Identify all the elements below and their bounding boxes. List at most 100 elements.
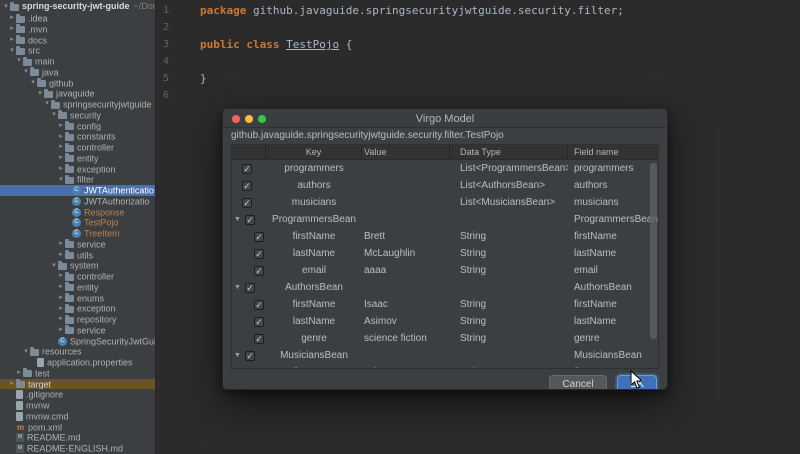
chevron-down-icon[interactable]: ▾ (50, 261, 58, 272)
row-checkbox[interactable]: ✓ (242, 181, 252, 191)
row-checkbox[interactable]: ✓ (242, 198, 252, 208)
chevron-right-icon[interactable]: ▸ (57, 325, 65, 336)
chevron-right-icon[interactable]: ▸ (57, 164, 65, 175)
tree-item-entity[interactable]: ▸entity (0, 153, 155, 164)
tree-item-service[interactable]: ▸service (0, 239, 155, 250)
table-row[interactable]: ✓musiciansList<MusiciansBean>musicians (232, 194, 658, 211)
row-checkbox[interactable]: ✓ (245, 283, 255, 293)
chevron-down-icon[interactable]: ▾ (43, 99, 51, 110)
chevron-down-icon[interactable]: ▾ (2, 0, 10, 13)
tree-item-filter[interactable]: ▾filter (0, 174, 155, 185)
table-row[interactable]: ✓firstNameBrettStringfirstName (232, 228, 658, 245)
tree-item-jwtauthenticatio[interactable]: JWTAuthenticatio (0, 185, 155, 196)
tree-item-main[interactable]: ▾main (0, 56, 155, 67)
cancel-button[interactable]: Cancel (549, 375, 606, 390)
tree-item-enums[interactable]: ▸enums (0, 293, 155, 304)
tree-item-test[interactable]: ▸test (0, 368, 155, 379)
tree-item-java[interactable]: ▾java (0, 67, 155, 78)
table-row[interactable]: ▼✓ProgrammersBeanProgrammersBean (232, 211, 658, 228)
table-row[interactable]: ▼✓AuthorsBeanAuthorsBean (232, 279, 658, 296)
chevron-down-icon[interactable]: ▾ (57, 175, 65, 186)
zoom-button[interactable] (258, 115, 266, 123)
chevron-right-icon[interactable]: ▸ (8, 379, 16, 390)
table-row[interactable]: ✓programmersList<ProgrammersBean>program… (232, 160, 658, 177)
chevron-right-icon[interactable]: ▸ (57, 121, 65, 132)
table-row[interactable]: ✓firstNameEricStringfirstName (232, 364, 658, 369)
editor-line[interactable]: 5} (156, 70, 800, 87)
chevron-right-icon[interactable]: ▸ (8, 24, 16, 35)
project-root-item[interactable]: ▾spring-security-jwt-guide~/Document (0, 0, 155, 13)
row-checkbox[interactable]: ✓ (254, 368, 264, 370)
table-row[interactable]: ✓firstNameIsaacStringfirstName (232, 296, 658, 313)
chevron-right-icon[interactable]: ▸ (57, 250, 65, 261)
chevron-down-icon[interactable]: ▾ (50, 110, 58, 121)
dialog-titlebar[interactable]: Virgo Model (223, 109, 667, 128)
row-checkbox[interactable]: ✓ (254, 334, 264, 344)
editor-line[interactable]: 4 (156, 53, 800, 70)
table-row[interactable]: ✓emailaaaaStringemail (232, 262, 658, 279)
tree-item-exception[interactable]: ▸exception (0, 164, 155, 175)
chevron-down-icon[interactable]: ▾ (36, 89, 44, 100)
collapse-arrow-icon[interactable]: ▼ (234, 211, 245, 228)
tree-item-readme-english-md[interactable]: README-ENGLISH.md (0, 443, 155, 454)
tree-item-src[interactable]: ▾src (0, 45, 155, 56)
table-row[interactable]: ✓authorsList<AuthorsBean>authors (232, 177, 658, 194)
tree-item-target[interactable]: ▸target (0, 379, 155, 390)
chevron-right-icon[interactable]: ▸ (8, 13, 16, 24)
collapse-arrow-icon[interactable]: ▼ (234, 279, 245, 296)
tree-item--mvn[interactable]: ▸.mvn (0, 24, 155, 35)
editor-line[interactable]: 6 (156, 87, 800, 104)
tree-item-pom-xml[interactable]: pom.xml (0, 422, 155, 433)
chevron-down-icon[interactable]: ▾ (22, 67, 30, 78)
tree-item-readme-md[interactable]: README.md (0, 432, 155, 443)
editor-line[interactable]: 3public class TestPojo { (156, 36, 800, 53)
tree-item-service[interactable]: ▸service (0, 325, 155, 336)
chevron-down-icon[interactable]: ▾ (8, 46, 16, 57)
chevron-right-icon[interactable]: ▸ (57, 271, 65, 282)
row-checkbox[interactable]: ✓ (254, 249, 264, 259)
row-checkbox[interactable]: ✓ (242, 164, 252, 174)
row-checkbox[interactable]: ✓ (254, 266, 264, 276)
tree-item-github[interactable]: ▾github (0, 78, 155, 89)
chevron-right-icon[interactable]: ▸ (8, 35, 16, 46)
tree-item-mvnw[interactable]: mvnw (0, 400, 155, 411)
table-row[interactable]: ✓lastNameAsimovStringlastName (232, 313, 658, 330)
chevron-right-icon[interactable]: ▸ (57, 132, 65, 143)
tree-item-constants[interactable]: ▸constants (0, 131, 155, 142)
editor-line[interactable]: 2 (156, 19, 800, 36)
tree-item--idea[interactable]: ▸.idea (0, 13, 155, 24)
chevron-right-icon[interactable]: ▸ (15, 368, 23, 379)
tree-item-controller[interactable]: ▸controller (0, 271, 155, 282)
chevron-down-icon[interactable]: ▾ (15, 56, 23, 67)
chevron-right-icon[interactable]: ▸ (57, 142, 65, 153)
tree-item-system[interactable]: ▾system (0, 260, 155, 271)
tree-item-utils[interactable]: ▸utils (0, 250, 155, 261)
row-checkbox[interactable]: ✓ (245, 215, 255, 225)
chevron-down-icon[interactable]: ▾ (29, 78, 37, 89)
tree-item-security[interactable]: ▾security (0, 110, 155, 121)
tree-item-testpojo[interactable]: TestPojo (0, 217, 155, 228)
table-row[interactable]: ▼✓MusiciansBeanMusiciansBean (232, 347, 658, 364)
editor-line[interactable]: 1package github.javaguide.springsecurity… (156, 2, 800, 19)
chevron-right-icon[interactable]: ▸ (57, 153, 65, 164)
collapse-arrow-icon[interactable]: ▼ (234, 347, 245, 364)
tree-item-application-properties[interactable]: application.properties (0, 357, 155, 368)
chevron-right-icon[interactable]: ▸ (57, 282, 65, 293)
tree-item-config[interactable]: ▸config (0, 121, 155, 132)
tree-item-resources[interactable]: ▾resources (0, 346, 155, 357)
chevron-right-icon[interactable]: ▸ (57, 293, 65, 304)
chevron-right-icon[interactable]: ▸ (57, 304, 65, 315)
tree-item-springsecurityjwtguide[interactable]: ▾springsecurityjwtguide (0, 99, 155, 110)
scrollbar-thumb[interactable] (650, 163, 657, 339)
tree-item-exception[interactable]: ▸exception (0, 303, 155, 314)
row-checkbox[interactable]: ✓ (254, 300, 264, 310)
tree-item-docs[interactable]: ▸docs (0, 35, 155, 46)
row-checkbox[interactable]: ✓ (254, 317, 264, 327)
tree-item--gitignore[interactable]: .gitignore (0, 389, 155, 400)
minimize-button[interactable] (245, 115, 253, 123)
tree-item-repository[interactable]: ▸repository (0, 314, 155, 325)
tree-item-jwtauthorizatio[interactable]: JWTAuthorizatio (0, 196, 155, 207)
chevron-down-icon[interactable]: ▾ (22, 347, 30, 358)
tree-item-response[interactable]: Response (0, 207, 155, 218)
table-row[interactable]: ✓lastNameMcLaughlinStringlastName (232, 245, 658, 262)
